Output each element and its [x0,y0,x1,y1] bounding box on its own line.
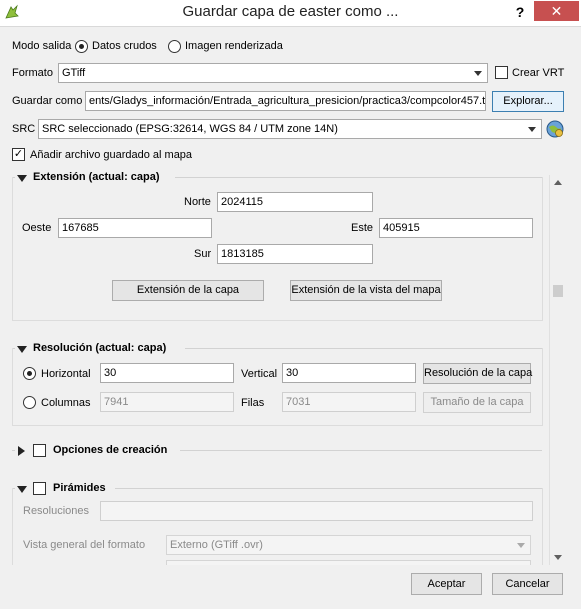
overview-format-value: Externo (GTiff .ovr) [170,539,263,551]
accept-button[interactable]: Aceptar [411,573,482,595]
crs-combo[interactable]: SRC seleccionado (EPSG:32614, WGS 84 / U… [38,119,542,139]
chevron-down-icon [528,127,536,132]
south-label: Sur [194,248,212,260]
columns-radio[interactable] [23,396,36,409]
raw-data-radio[interactable] [75,40,88,53]
save-path-input[interactable]: ents/Gladys_información/Entrada_agricult… [85,91,486,111]
close-button[interactable]: ✕ [534,1,579,21]
creation-options-checkbox[interactable] [33,444,46,457]
collapse-icon [17,346,27,353]
overview-next-field [166,560,531,565]
format-combo[interactable]: GTiff [58,63,488,83]
layer-resolution-button[interactable]: Resolución de la capa [423,363,532,384]
help-button[interactable]: ? [510,2,530,22]
north-input[interactable]: 2024115 [217,192,373,212]
scrollbar[interactable] [549,175,566,565]
rows-input[interactable]: 7031 [282,392,416,412]
create-vrt-checkbox[interactable] [495,66,508,79]
extent-title: Extensión (actual: capa) [33,171,160,183]
east-label: Este [351,222,374,234]
chevron-down-icon [474,71,482,76]
resolution-group [12,348,543,426]
raw-data-label: Datos crudos [92,40,157,52]
west-label: Oeste [22,222,52,234]
overview-format-label: Vista general del formato [23,539,146,551]
format-value: GTiff [62,67,86,79]
layer-extent-button[interactable]: Extensión de la capa [112,280,264,301]
rendered-image-radio[interactable] [168,40,181,53]
west-input[interactable]: 167685 [58,218,212,238]
map-view-extent-button[interactable]: Extensión de la vista del mapa [290,280,442,301]
creation-options-title: Opciones de creación [53,444,168,456]
pyramids-header[interactable]: Pirámides [15,481,115,497]
collapse-icon [17,486,27,493]
south-input[interactable]: 1813185 [217,244,373,264]
add-to-map-label: Añadir archivo guardado al mapa [30,149,193,161]
save-as-label: Guardar como [12,95,83,107]
expand-icon [18,446,25,456]
format-label: Formato [12,67,53,79]
scroll-up-icon[interactable] [554,180,562,185]
pyramids-checkbox[interactable] [33,482,46,495]
resolution-title: Resolución (actual: capa) [33,342,167,354]
crs-select-globe-icon[interactable] [545,119,565,139]
layer-size-button[interactable]: Tamaño de la capa [423,392,531,413]
create-vrt-label: Crear VRT [512,67,565,79]
vertical-label: Vertical [241,368,278,380]
columns-label: Columnas [41,397,91,409]
browse-button[interactable]: Explorar... [492,91,564,112]
title-bar: Guardar capa de easter como ... ? ✕ [0,0,581,27]
pyramids-title: Pirámides [53,482,106,494]
vertical-input[interactable]: 30 [282,363,416,383]
rows-label: Filas [241,397,265,409]
window-title: Guardar capa de easter como ... [182,3,399,20]
add-to-map-checkbox[interactable]: ✓ [12,148,25,161]
collapse-icon [17,175,27,182]
scroll-thumb[interactable] [553,285,563,297]
columns-input[interactable]: 7941 [100,392,234,412]
horizontal-radio[interactable] [23,367,36,380]
resolutions-label: Resoluciones [23,505,90,517]
horizontal-label: Horizontal [41,368,91,380]
creation-options-header[interactable]: Opciones de creación [15,443,180,459]
overview-format-combo[interactable]: Externo (GTiff .ovr) [166,535,531,555]
east-input[interactable]: 405915 [379,218,533,238]
crs-value: SRC seleccionado (EPSG:32614, WGS 84 / U… [42,123,338,135]
scroll-down-icon[interactable] [554,555,562,560]
cancel-button[interactable]: Cancelar [492,573,563,595]
horizontal-input[interactable]: 30 [100,363,234,383]
resolutions-input[interactable] [100,501,533,521]
resolution-header[interactable]: Resolución (actual: capa) [15,341,185,357]
output-mode-label: Modo salida [12,40,72,52]
extent-header[interactable]: Extensión (actual: capa) [15,170,175,186]
rendered-image-label: Imagen renderizada [185,40,283,52]
chevron-down-icon [517,543,525,548]
crs-label: SRC [12,123,36,135]
north-label: Norte [184,196,211,208]
